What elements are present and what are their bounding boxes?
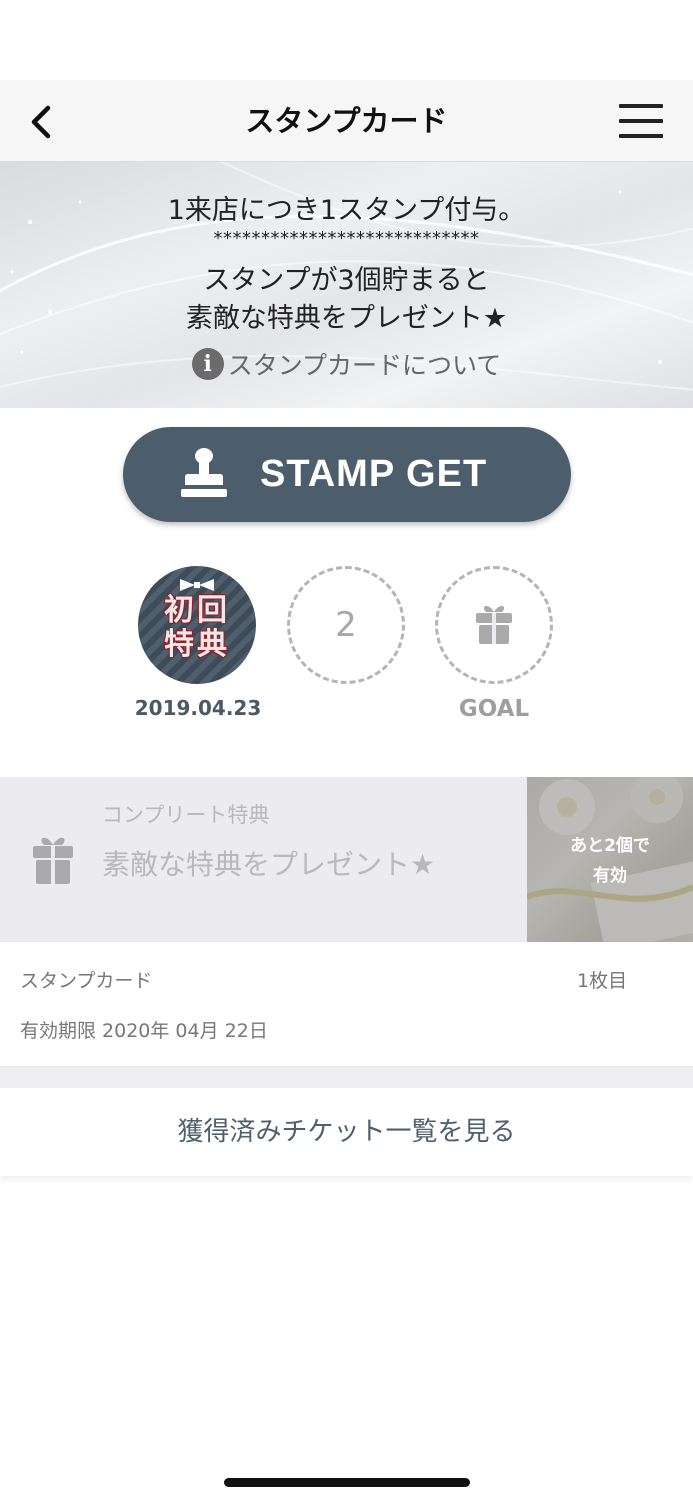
card-label: スタンプカード [20, 970, 153, 992]
first-visit-stamp-text: 初回 特典 [164, 593, 230, 662]
first-visit-stamp: 初回 特典 [138, 566, 256, 684]
goal-label: GOAL [458, 696, 530, 722]
stamp-icon [181, 448, 227, 497]
info-icon: i [191, 348, 224, 380]
complete-reward-card[interactable]: コンプリート特典 素敵な特典をプレゼント★ あと2個で 有効 [0, 777, 693, 942]
section-divider [0, 1066, 693, 1088]
stamp-slot-number: 2 [287, 566, 405, 684]
bow-icon [180, 579, 214, 591]
about-link-label: スタンプカードについて [227, 351, 502, 380]
banner-text-line2: スタンプが3個貯まると [203, 265, 490, 296]
hamburger-menu-icon[interactable] [619, 104, 663, 138]
stamp-slot-1: 初回 特典 [138, 566, 256, 684]
gift-icon [33, 837, 73, 884]
stamp-slot-2: 2 [287, 566, 405, 684]
banner-separator: **************************** [213, 228, 480, 249]
stamp-date: 2019.04.23 [134, 696, 262, 720]
remaining-stamps-text: あと2個で 有効 [570, 836, 650, 886]
card-expiry: 有効期限 2020年 04月 22日 [20, 1020, 268, 1042]
stamp-slot-goal [435, 566, 553, 684]
reward-subtitle: コンプリート特典 [102, 803, 270, 827]
ticket-list-link[interactable]: 獲得済みチケット一覧を見る [0, 1088, 693, 1176]
status-bar-area [0, 0, 693, 80]
stamp-get-label: STAMP GET [260, 453, 488, 495]
home-indicator [224, 1478, 470, 1487]
page-title: スタンプカード [245, 104, 448, 138]
gift-icon [476, 605, 512, 644]
banner-text-line3: 素敵な特典をプレゼント★ [185, 303, 508, 334]
banner-text-line1: 1来店につき1スタンプ付与。 [167, 195, 526, 226]
about-stamp-card-link[interactable]: i スタンプカードについて [0, 346, 693, 382]
reward-title: 素敵な特典をプレゼント★ [102, 848, 436, 881]
stamp-card-banner: 1来店につき1スタンプ付与。 *************************… [0, 162, 693, 408]
reward-image: あと2個で 有効 [527, 777, 693, 942]
navigation-bar: スタンプカード [0, 80, 693, 162]
card-info-section: スタンプカード 1枚目 有効期限 2020年 04月 22日 [0, 942, 693, 1066]
stamp-get-button[interactable]: STAMP GET [123, 427, 571, 522]
card-count: 1枚目 [577, 970, 628, 992]
